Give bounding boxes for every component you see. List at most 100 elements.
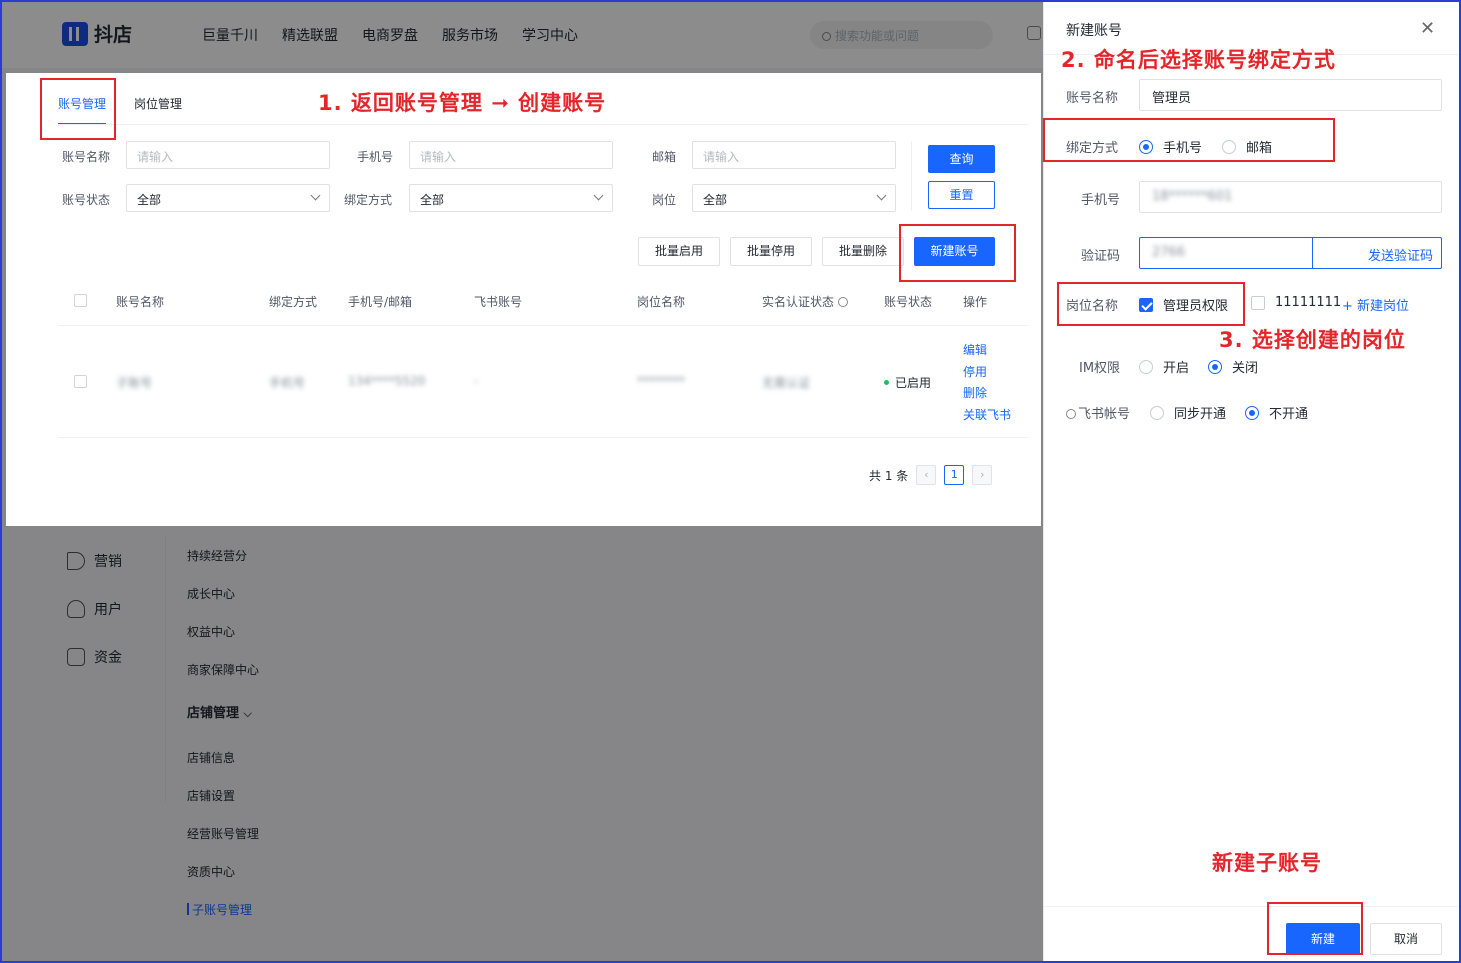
filter-label-position: 岗位 (652, 193, 677, 207)
account-name-input[interactable]: 管理员 (1139, 79, 1442, 111)
radio-unchecked-icon (1150, 405, 1164, 420)
next-page-button[interactable]: › (972, 465, 993, 485)
filter-divider (911, 141, 912, 211)
filter-bind-select[interactable]: 全部 (409, 184, 613, 212)
radio-checked-icon (1245, 405, 1259, 420)
chevron-down-icon (876, 190, 887, 201)
annotation-step4: 新建子账号 (1212, 851, 1322, 875)
chevron-down-icon (310, 190, 321, 201)
column-header-feishu: 飞书账号 (474, 295, 523, 309)
delete-link[interactable]: 删除 (963, 383, 1011, 405)
radio-unchecked-icon (1139, 359, 1153, 374)
radio-label: 开启 (1163, 361, 1190, 376)
status-badge: 已启用 (884, 374, 931, 391)
create-account-button[interactable]: 新建账号 (914, 237, 995, 266)
prev-page-button[interactable]: ‹ (916, 465, 937, 485)
create-account-drawer: 新建账号 ✕ 账号名称 管理员 绑定方式 手机号 邮箱 手机号 18******… (1043, 2, 1460, 961)
filter-label-account-name: 账号名称 (62, 150, 111, 164)
feishu-radio-none[interactable]: 不开通 (1245, 403, 1308, 422)
code-input[interactable]: 2766 发送验证码 (1139, 237, 1442, 269)
tab-bar: 账号管理 岗位管理 (58, 73, 182, 125)
status-dot-icon (884, 380, 889, 385)
select-all-checkbox[interactable] (74, 294, 87, 307)
column-header-name: 账号名称 (116, 295, 165, 309)
table-header-divider (58, 325, 1028, 326)
im-permission-label: IM权限 (1079, 361, 1121, 376)
cell-position: ******** (637, 374, 685, 388)
im-radio-off[interactable]: 关闭 (1208, 357, 1258, 376)
code-value: 2766 (1152, 245, 1186, 260)
column-header-bind: 绑定方式 (269, 295, 318, 309)
position-label: 岗位名称 (1066, 299, 1119, 314)
cell-verify: 无需认证 (762, 376, 811, 390)
column-header-contact: 手机号/邮箱 (348, 295, 413, 309)
radio-checked-icon (1139, 139, 1153, 154)
filter-status-select[interactable]: 全部 (126, 184, 330, 212)
select-value: 全部 (703, 193, 728, 207)
column-header-status: 账号状态 (884, 295, 933, 309)
radio-unchecked-icon (1222, 139, 1236, 154)
radio-label: 关闭 (1232, 361, 1259, 376)
feishu-radio-sync[interactable]: 同步开通 (1150, 403, 1226, 422)
drawer-footer-divider (1044, 906, 1460, 907)
code-label: 验证码 (1081, 249, 1121, 264)
annotation-step3: 3. 选择创建的岗位 (1219, 328, 1406, 352)
filter-label-bind: 绑定方式 (344, 193, 393, 207)
column-header-verify: 实名认证状态 (762, 293, 848, 310)
radio-label: 不开通 (1269, 407, 1309, 422)
row-operations: 编辑 停用 删除 关联飞书 (963, 340, 1011, 426)
bind-method-label: 绑定方式 (1066, 141, 1119, 156)
feishu-label-text: 飞书帐号 (1078, 407, 1131, 422)
filter-account-name-input[interactable]: 请输入 (126, 141, 330, 169)
filter-position-select[interactable]: 全部 (692, 184, 896, 212)
reset-button[interactable]: 重置 (928, 181, 995, 209)
add-position-link[interactable]: + 新建岗位 (1342, 295, 1409, 314)
drawer-title: 新建账号 (1066, 23, 1122, 39)
select-value: 全部 (137, 193, 162, 207)
position-checkbox-11111111[interactable]: 11111111 (1251, 295, 1341, 310)
code-input-separator (1312, 238, 1313, 268)
radio-label: 邮箱 (1246, 141, 1273, 156)
edit-link[interactable]: 编辑 (963, 340, 1011, 362)
cell-bind: 手机号 (269, 376, 306, 390)
create-button[interactable]: 新建 (1286, 923, 1360, 955)
radio-label: 手机号 (1163, 141, 1203, 156)
phone-input[interactable]: 18******601 (1139, 181, 1442, 213)
batch-enable-button[interactable]: 批量启用 (638, 237, 720, 266)
filter-email-input[interactable]: 请输入 (692, 141, 896, 169)
row-checkbox[interactable] (74, 375, 87, 388)
bind-radio-phone[interactable]: 手机号 (1139, 137, 1202, 156)
tab-divider (58, 124, 1028, 125)
chevron-down-icon (593, 190, 604, 201)
checkbox-checked-icon (1139, 297, 1153, 312)
tab-account-management[interactable]: 账号管理 (58, 73, 107, 125)
annotation-step2: 2. 命名后选择账号绑定方式 (1061, 48, 1336, 72)
feishu-label: 飞书帐号 (1066, 403, 1130, 422)
im-radio-on[interactable]: 开启 (1139, 357, 1189, 376)
info-icon (1066, 409, 1076, 419)
checkbox-label: 管理员权限 (1163, 299, 1229, 314)
annotation-step1: 1. 返回账号管理 ➞ 创建账号 (318, 91, 607, 115)
column-header-position: 岗位名称 (637, 295, 686, 309)
tab-position-management[interactable]: 岗位管理 (134, 73, 182, 125)
page-button[interactable]: 1 (944, 465, 965, 485)
query-button[interactable]: 查询 (928, 145, 995, 173)
batch-disable-button[interactable]: 批量停用 (730, 237, 812, 266)
account-management-panel: 账号管理 岗位管理 账号名称 请输入 手机号 请输入 邮箱 请输入 账号状态 全… (6, 73, 1041, 526)
disable-link[interactable]: 停用 (963, 362, 1011, 384)
send-code-button[interactable]: 发送验证码 (1368, 245, 1433, 264)
link-feishu-link[interactable]: 关联飞书 (963, 405, 1011, 427)
cancel-button[interactable]: 取消 (1370, 923, 1442, 955)
radio-label: 同步开通 (1174, 407, 1227, 422)
close-icon[interactable]: ✕ (1420, 18, 1435, 39)
position-checkbox-admin[interactable]: 管理员权限 (1139, 295, 1228, 314)
pagination: 共 1 条 ‹ 1 › (869, 465, 993, 485)
cell-name: 子账号 (116, 376, 153, 390)
bind-radio-email[interactable]: 邮箱 (1222, 137, 1272, 156)
column-header-verify-label: 实名认证状态 (762, 295, 835, 309)
filter-phone-input[interactable]: 请输入 (409, 141, 613, 169)
batch-delete-button[interactable]: 批量删除 (822, 237, 904, 266)
cell-feishu: - (474, 374, 479, 388)
filter-label-email: 邮箱 (652, 150, 677, 164)
phone-value: 18******601 (1152, 189, 1233, 204)
